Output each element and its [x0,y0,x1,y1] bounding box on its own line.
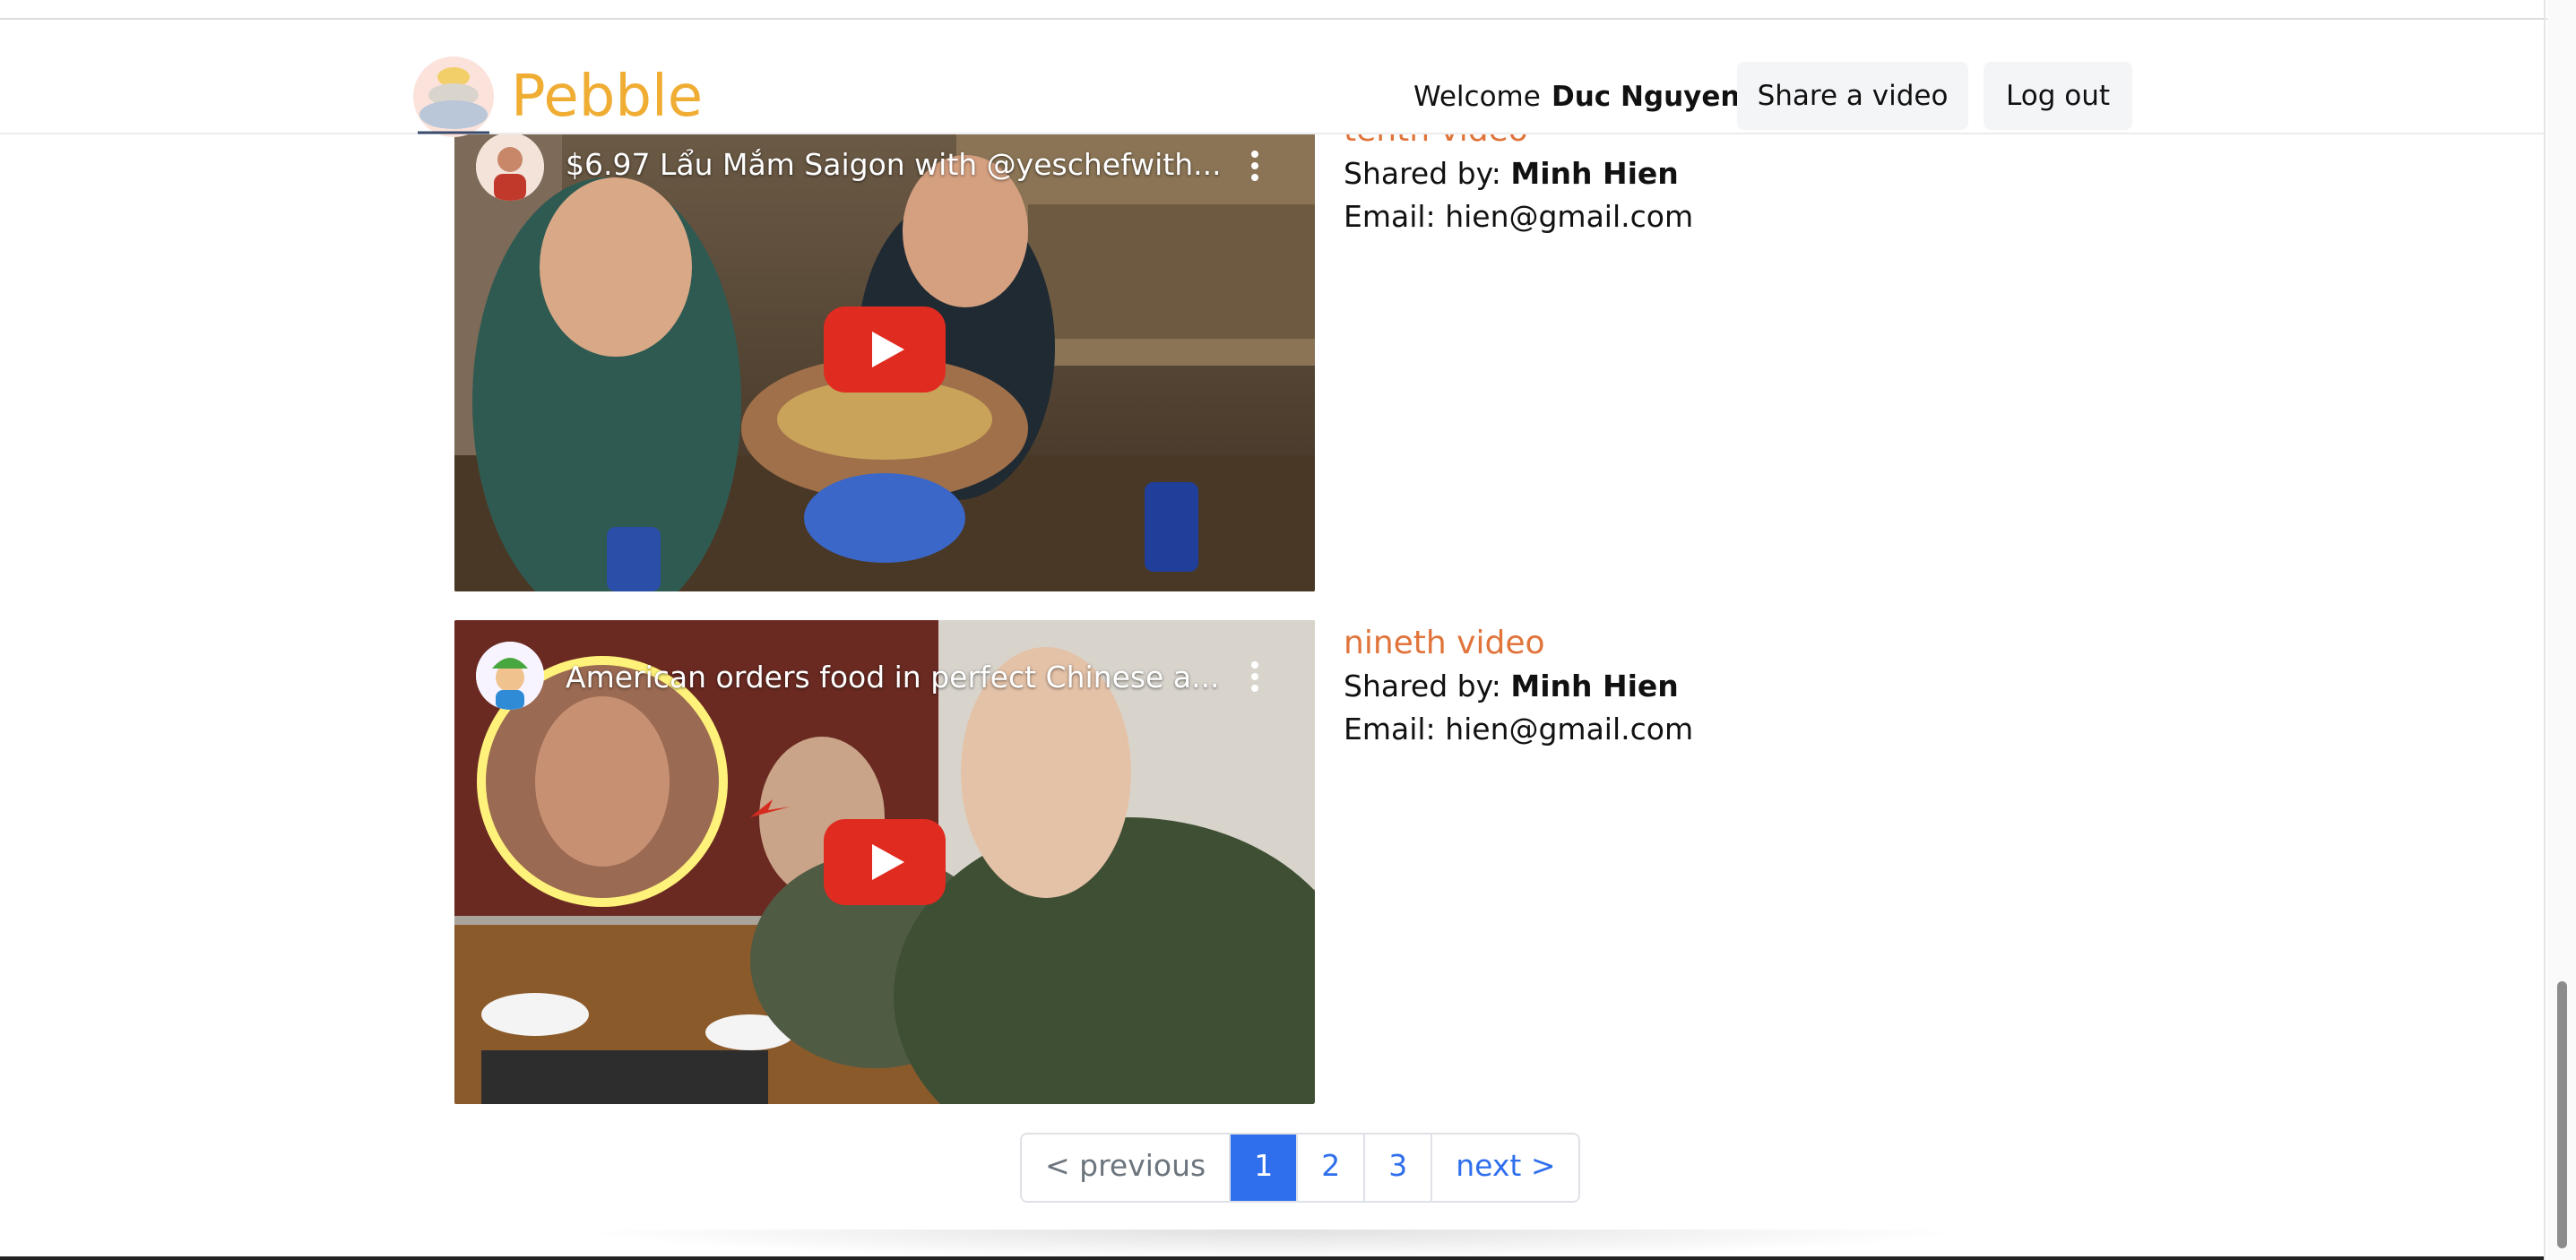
welcome-label: Welcome [1413,81,1541,113]
browser-top-edge [0,0,2576,20]
sharer-name: Minh Hien [1510,156,1679,191]
next-page-button[interactable]: next > [1432,1135,1579,1201]
logout-button[interactable]: Log out [1984,62,2132,130]
sharer-email: hien@gmail.com [1445,199,1694,234]
footer-shadow [574,1230,1972,1260]
video-embed-2[interactable]: American orders food in perfect Chinese … [454,620,1315,1104]
embed-title[interactable]: $6.97 Lẩu Mắm Saigon with @yeschefwith..… [566,147,1222,183]
site-header: Pebble Welcome Duc Nguyen Share a video … [0,20,2544,137]
user-name: Duc Nguyen [1552,81,1741,113]
play-button-icon[interactable] [824,819,946,905]
brand-name[interactable]: Pebble [511,61,703,133]
channel-avatar[interactable] [476,133,544,201]
window-bottom-edge [0,1256,2544,1260]
shared-by-line: Shared by: Minh Hien [1344,156,1679,191]
video-embed-1[interactable]: $6.97 Lẩu Mắm Saigon with @yeschefwith..… [454,133,1315,591]
page-2-button[interactable]: 2 [1298,1135,1366,1201]
more-options-icon[interactable] [1250,661,1259,696]
shared-by-line: Shared by: Minh Hien [1344,669,1679,703]
page-1-button[interactable]: 1 [1231,1135,1299,1201]
sharer-email: hien@gmail.com [1445,712,1694,747]
sharer-name: Minh Hien [1510,669,1679,703]
scrollbar-thumb[interactable] [2557,981,2567,1248]
play-button-icon[interactable] [824,306,946,393]
more-options-icon[interactable] [1250,151,1259,186]
previous-page-button[interactable]: < previous [1022,1135,1232,1201]
page-edge [2544,0,2546,1260]
video-title[interactable]: nineth video [1344,622,1693,665]
video-info-2: nineth video Shared by: Minh Hien Email:… [1344,622,1693,751]
share-video-button[interactable]: Share a video [1737,62,1968,130]
pagination: < previous 1 2 3 next > [1020,1133,1581,1203]
channel-avatar[interactable] [476,642,544,710]
embed-title[interactable]: American orders food in perfect Chinese … [566,660,1220,695]
pebble-logo-icon[interactable] [412,56,495,138]
email-line: Email: hien@gmail.com [1344,712,1694,747]
email-line: Email: hien@gmail.com [1344,199,1694,234]
page-3-button[interactable]: 3 [1365,1135,1433,1201]
